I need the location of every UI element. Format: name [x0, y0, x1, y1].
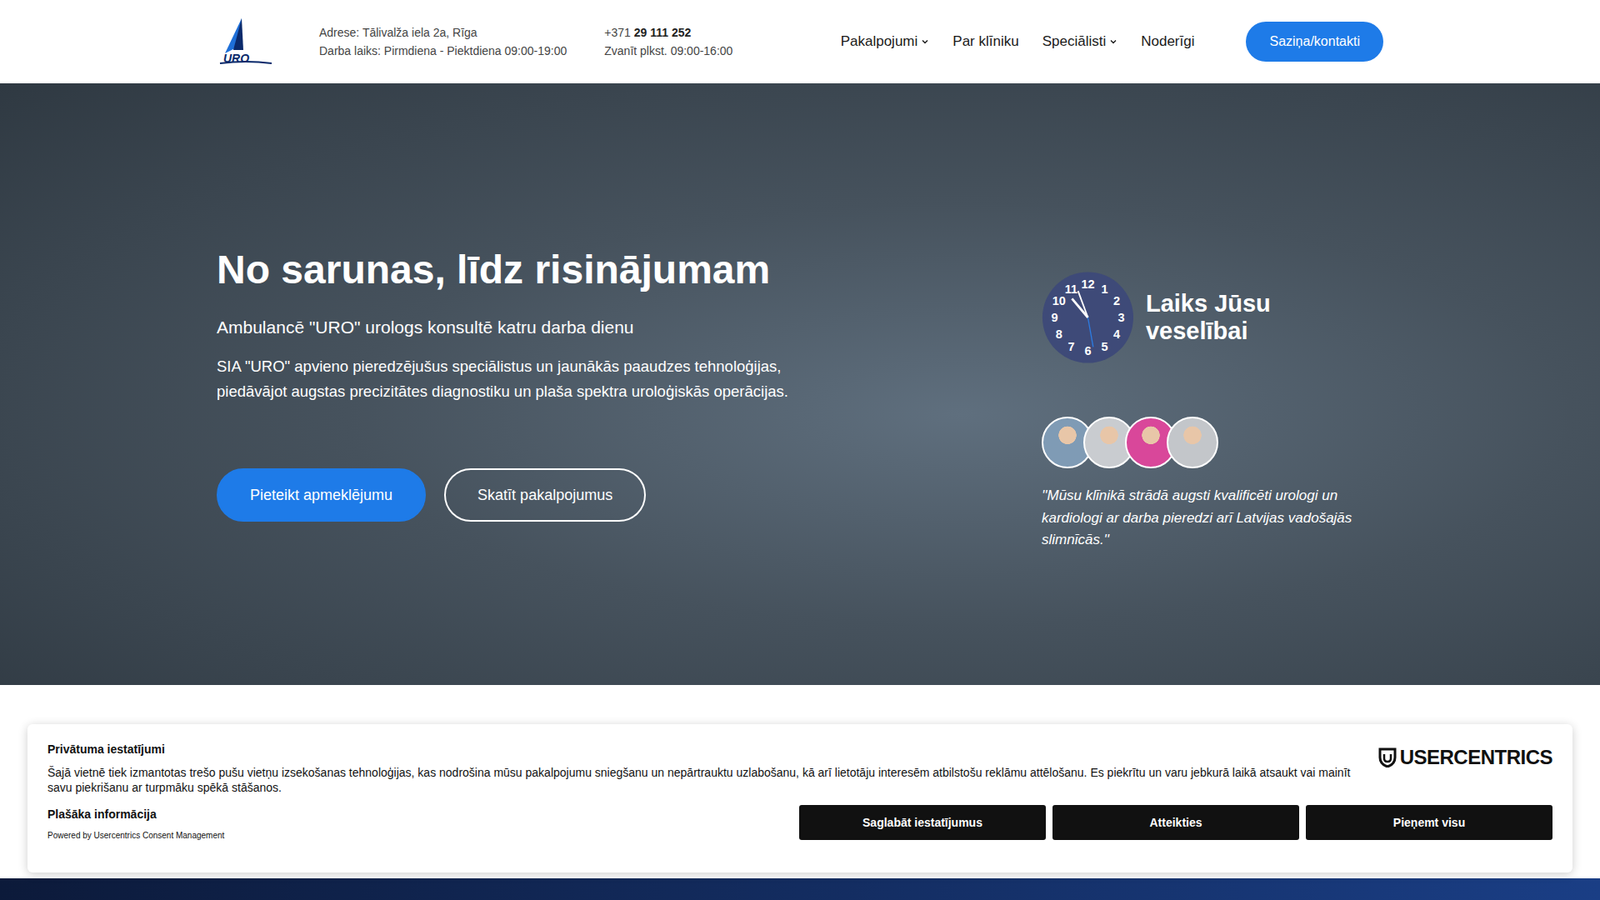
svg-text:3: 3	[1117, 311, 1125, 325]
svg-text:10: 10	[1052, 295, 1066, 309]
main-nav: Pakalpojumi Par klīniku Speciālisti Noderīg…	[840, 33, 1195, 50]
hero-description: SIA "URO" apvieno pieredzējušus speciāli…	[216, 354, 850, 404]
view-services-button[interactable]: Skatīt pakalpojumus	[444, 468, 646, 522]
cookie-title: Privātuma iestatījumi	[47, 742, 1354, 756]
svg-text:2: 2	[1113, 295, 1120, 309]
address-info: Adrese: Tālivalža iela 2a, RīgaDarba lai…	[319, 25, 567, 58]
specialist-avatar	[1166, 416, 1219, 469]
cookie-banner: Privātuma iestatījumi Šajā vietnē tiek iz…	[27, 724, 1573, 873]
svg-text:8: 8	[1055, 328, 1063, 342]
svg-text:9: 9	[1050, 311, 1058, 325]
hero-subtitle: Ambulancē "URO" urologs konsultē katru d…	[216, 317, 850, 338]
chevron-down-icon	[920, 37, 930, 46]
svg-text:11: 11	[1065, 282, 1078, 296]
page: URO Adrese: Tālivalža iela 2a, RīgaDarba …	[0, 0, 1600, 900]
consent-button[interactable]: Pieņemt visu	[1305, 805, 1553, 840]
contact-button[interactable]: Saziņa/kontakti	[1245, 21, 1384, 62]
shield-icon	[1378, 747, 1397, 768]
nav-item[interactable]: Noderīgi	[1140, 33, 1195, 50]
powered-by: Powered by Usercentrics Consent Manageme…	[47, 830, 225, 840]
nav-item[interactable]: Speciālisti	[1042, 33, 1119, 50]
consent-button[interactable]: Saglabāt iestatījumus	[799, 805, 1046, 840]
cookie-text: Šajā vietnē tiek izmantotas trešo pušu v…	[47, 765, 1354, 795]
svg-text:7: 7	[1067, 340, 1075, 355]
svg-text:12: 12	[1080, 278, 1095, 292]
svg-text:4: 4	[1113, 328, 1120, 342]
specialist-avatars	[1041, 416, 1359, 469]
phone-info[interactable]: +371 29 111 252Zvanīt plkst. 09:00-16:00	[604, 25, 733, 58]
usercentrics-logo: USERCENTRICS	[1378, 745, 1553, 770]
more-info-link[interactable]: Plašāka informācija	[47, 807, 225, 821]
footer-strip	[0, 878, 1600, 900]
logo[interactable]: URO	[216, 16, 275, 67]
svg-text:1: 1	[1100, 282, 1108, 296]
consent-button[interactable]: Atteikties	[1052, 805, 1300, 840]
header: URO Adrese: Tālivalža iela 2a, RīgaDarba …	[0, 0, 1600, 84]
nav-item[interactable]: Pakalpojumi	[840, 33, 930, 50]
chevron-down-icon	[1109, 37, 1118, 46]
hero: No sarunas, līdz risinājumam Ambulancē "U…	[0, 83, 1600, 685]
hero-title: No sarunas, līdz risinājumam	[216, 246, 850, 293]
book-visit-button[interactable]: Pieteikt apmeklējumu	[216, 468, 426, 522]
quote: ''Mūsu klīnikā strādā augsti kvalificēti…	[1041, 485, 1359, 551]
svg-text:5: 5	[1100, 340, 1108, 355]
clock-icon: 12 12 3 45678 9 1011	[1041, 266, 1135, 369]
tagline: Laiks Jūsu veselībai	[1145, 290, 1359, 345]
nav-item[interactable]: Par klīniku	[952, 33, 1019, 50]
svg-text:6: 6	[1084, 345, 1091, 359]
